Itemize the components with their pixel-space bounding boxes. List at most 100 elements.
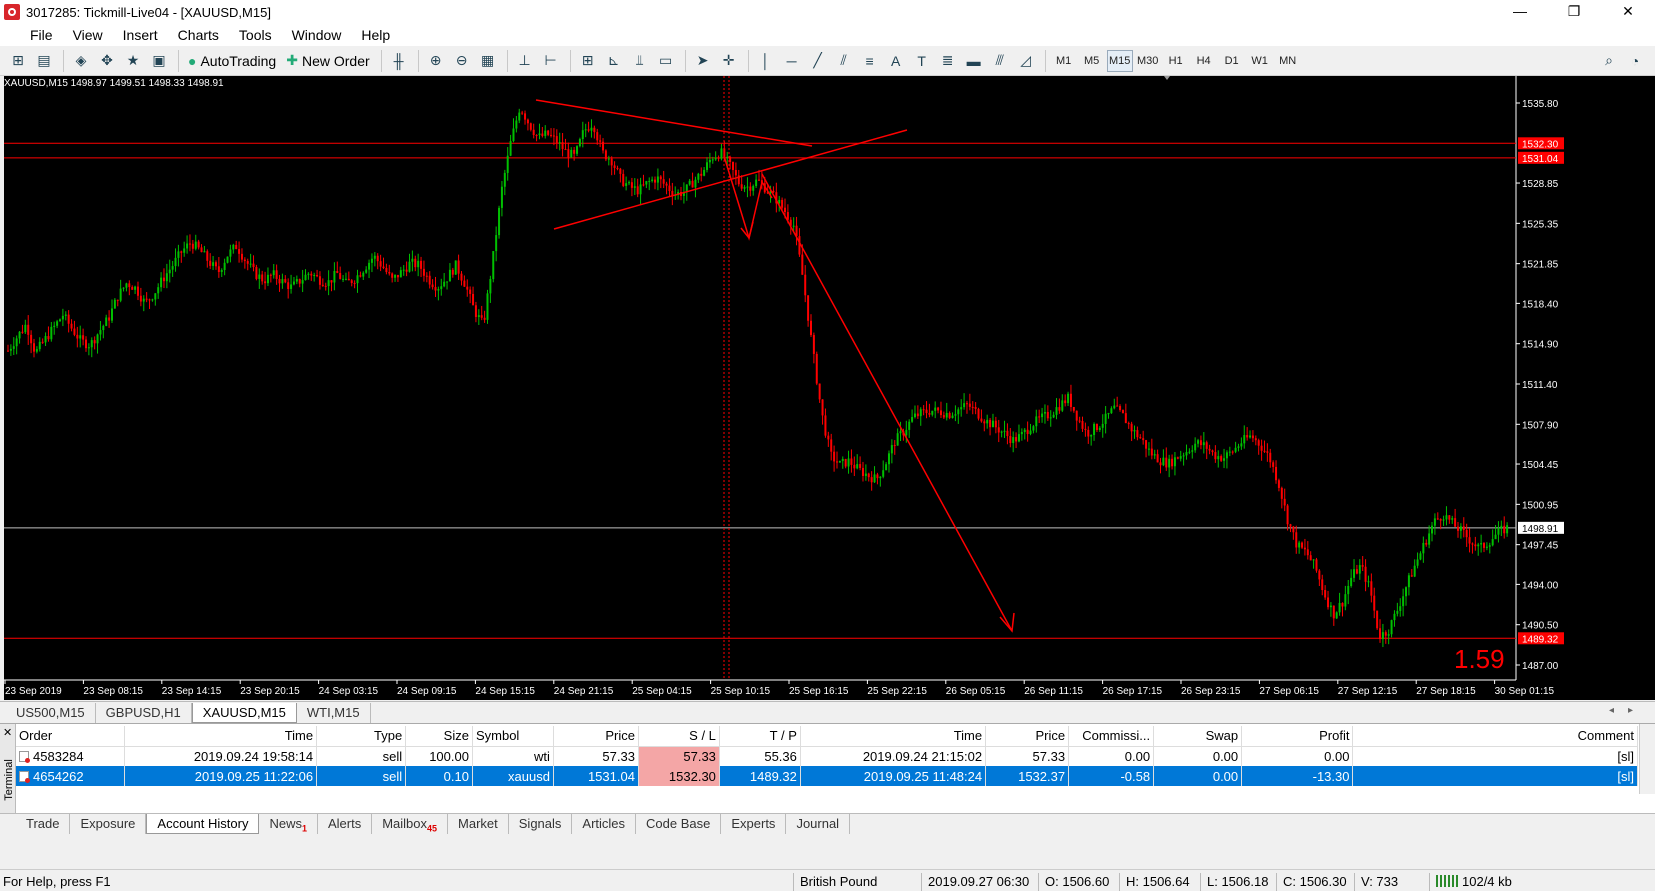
zoom-out-icon[interactable]: ⊖ <box>450 50 474 72</box>
timeframe-w1-button[interactable]: W1 <box>1247 50 1273 72</box>
terminal-tab-signals[interactable]: Signals <box>509 814 573 834</box>
auto-scroll-icon[interactable]: ⊢ <box>539 50 563 72</box>
column-header[interactable]: Swap <box>1153 726 1243 747</box>
crosshair-icon[interactable]: ✛ <box>717 50 741 72</box>
chart-tab-xauusd[interactable]: XAUUSD,M15 <box>191 703 297 723</box>
new-order-button[interactable]: ✚ New Order <box>282 50 373 72</box>
terminal-tab-articles[interactable]: Articles <box>572 814 637 834</box>
chart-canvas[interactable]: 1535.80 1532.30 1531.04 1528.85 1525.35 1521.… <box>4 76 1655 700</box>
tile-windows-icon[interactable]: ▦ <box>476 50 500 72</box>
tab-scroll-arrows-icon[interactable]: ◂▸ <box>1609 705 1647 716</box>
column-header[interactable]: Time <box>800 726 987 747</box>
column-header[interactable]: Symbol <box>472 726 554 747</box>
templates-icon[interactable]: ⫫ <box>628 50 652 72</box>
tab-label: Journal <box>796 816 840 831</box>
horizontal-line-icon[interactable]: ─ <box>780 50 804 72</box>
minimize-button[interactable]: — <box>1493 0 1547 24</box>
column-header[interactable]: Type <box>316 726 407 747</box>
autotrading-button[interactable]: ● AutoTrading <box>184 50 280 72</box>
column-header[interactable]: T / P <box>719 726 801 747</box>
trendline-icon[interactable]: ╱ <box>806 50 830 72</box>
terminal-tab-trade[interactable]: Trade <box>16 814 71 834</box>
channel-icon[interactable]: ⫽ <box>832 50 856 72</box>
menu-tools[interactable]: Tools <box>229 27 282 43</box>
triangle-upper-line[interactable] <box>535 99 813 147</box>
column-header[interactable]: Price <box>553 726 639 747</box>
text-label-icon[interactable]: T <box>910 50 934 72</box>
terminal-tab-news[interactable]: News1 <box>259 814 318 834</box>
table-row[interactable]: 4583284 2019.09.24 19:58:14 sell 100.00 wti 5… <box>16 746 1638 766</box>
terminal-tab-account-history[interactable]: Account History <box>146 814 260 834</box>
menu-help[interactable]: Help <box>351 27 400 43</box>
menu-window[interactable]: Window <box>282 27 352 43</box>
timeframe-m30-button[interactable]: M30 <box>1135 50 1161 72</box>
column-header[interactable]: Order <box>16 726 125 747</box>
toolbar: ⊞ ▤ ◈ ✥ ★ ▣ ● AutoTrading ✚ New Order ╫ ⊕ … <box>0 46 1655 76</box>
close-window-button[interactable]: ✕ <box>1601 0 1655 24</box>
column-header[interactable]: Price <box>985 726 1070 747</box>
fibo-fan-icon[interactable]: ≣ <box>936 50 960 72</box>
candle-body <box>99 330 102 335</box>
terminal-tab-exposure[interactable]: Exposure <box>70 814 147 834</box>
terminal-tab-alerts[interactable]: Alerts <box>318 814 373 834</box>
bar-chart-icon[interactable]: ╫ <box>387 50 411 72</box>
timeframe-d1-button[interactable]: D1 <box>1219 50 1245 72</box>
periods-icon[interactable]: ⊾ <box>602 50 626 72</box>
column-header[interactable]: S / L <box>638 726 720 747</box>
chart-tab-wti[interactable]: WTI,M15 <box>297 703 371 723</box>
timeframe-m15-button[interactable]: M15 <box>1106 49 1133 72</box>
new-chart-icon[interactable]: ⊞ <box>6 50 30 72</box>
timeframe-m5-button[interactable]: M5 <box>1079 50 1105 72</box>
terminal-tab-journal[interactable]: Journal <box>786 814 851 834</box>
projection-arrow-small[interactable] <box>723 155 773 241</box>
navigator-icon[interactable]: ✥ <box>95 50 119 72</box>
fibonacci-icon[interactable]: ≡ <box>858 50 882 72</box>
menu-view[interactable]: View <box>63 27 113 43</box>
column-header[interactable]: Time <box>124 726 318 747</box>
search-icon[interactable]: ⌕ <box>1597 50 1621 72</box>
arrows-icon[interactable]: ◿ <box>1014 50 1038 72</box>
gann-icon[interactable]: ⫻ <box>988 50 1012 72</box>
candle-body <box>879 476 882 479</box>
candle-body <box>466 286 469 290</box>
timeframe-h1-button[interactable]: H1 <box>1163 50 1189 72</box>
candle-body <box>425 275 428 277</box>
vertical-line-icon[interactable]: │ <box>754 50 778 72</box>
projection-arrow-main[interactable] <box>761 173 1013 632</box>
rectangle-icon[interactable]: ▬ <box>962 50 986 72</box>
zoom-in-icon[interactable]: ⊕ <box>424 50 448 72</box>
shift-marker-icon[interactable] <box>1164 76 1170 80</box>
terminal-tab-experts[interactable]: Experts <box>721 814 787 834</box>
terminal-tab-mailbox[interactable]: Mailbox45 <box>372 814 449 834</box>
column-header[interactable]: Profit <box>1241 726 1354 747</box>
vertical-scrollbar[interactable] <box>1639 724 1655 794</box>
menu-charts[interactable]: Charts <box>168 27 229 43</box>
indicators-icon[interactable]: ⊞ <box>576 50 600 72</box>
price-chart[interactable]: 1535.80 1532.30 1531.04 1528.85 1525.35 1521.… <box>4 76 1655 700</box>
column-header[interactable]: Comment <box>1352 726 1638 747</box>
chart-shift-icon[interactable]: ⊥ <box>513 50 537 72</box>
chart-tab-us500[interactable]: US500,M15 <box>6 703 96 723</box>
close-terminal-icon[interactable]: ✕ <box>3 726 12 739</box>
candle-body <box>1017 434 1020 442</box>
market-watch-icon[interactable]: ◈ <box>69 50 93 72</box>
terminal-icon[interactable]: ▣ <box>147 50 171 72</box>
timeframe-h4-button[interactable]: H4 <box>1191 50 1217 72</box>
screenshot-icon[interactable]: ▭ <box>654 50 678 72</box>
timeframe-mn-button[interactable]: MN <box>1275 50 1301 72</box>
cursor-icon[interactable]: ➤ <box>691 50 715 72</box>
chat-icon[interactable]: ◔ <box>1623 50 1647 72</box>
column-header[interactable]: Commissi... <box>1068 726 1155 747</box>
restore-button[interactable]: ❐ <box>1547 0 1601 24</box>
menu-file[interactable]: File <box>6 27 63 43</box>
table-row[interactable]: 4654262 2019.09.25 11:22:06 sell 0.10 xauusd… <box>16 766 1638 786</box>
timeframe-m1-button[interactable]: M1 <box>1051 50 1077 72</box>
favorites-icon[interactable]: ★ <box>121 50 145 72</box>
chart-tab-gbpusd[interactable]: GBPUSD,H1 <box>96 703 192 723</box>
profiles-icon[interactable]: ▤ <box>32 50 56 72</box>
terminal-tab-market[interactable]: Market <box>448 814 509 834</box>
menu-insert[interactable]: Insert <box>113 27 168 43</box>
column-header[interactable]: Size <box>405 726 473 747</box>
text-icon[interactable]: A <box>884 50 908 72</box>
terminal-tab-code-base[interactable]: Code Base <box>636 814 722 834</box>
